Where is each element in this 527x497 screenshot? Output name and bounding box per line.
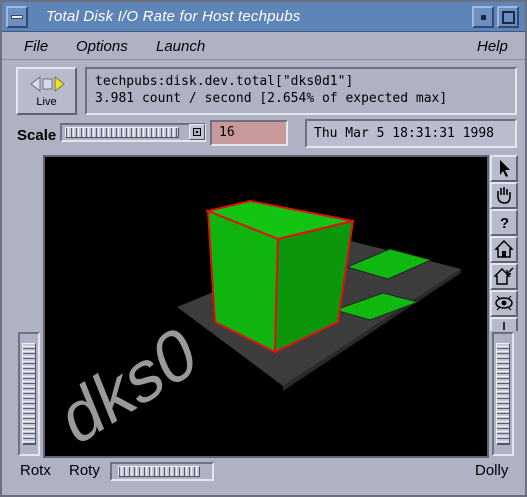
menu-help-label: Help bbox=[477, 38, 508, 55]
view-all-icon bbox=[495, 295, 513, 311]
hand-tool-button[interactable] bbox=[490, 182, 518, 209]
window-menu-icon bbox=[11, 15, 23, 19]
window-title: Total Disk I/O Rate for Host techpubs bbox=[46, 8, 301, 25]
seek-tool-button[interactable] bbox=[490, 317, 518, 331]
app-window: Total Disk I/O Rate for Host techpubs Fi… bbox=[0, 0, 527, 497]
menu-file-label: File bbox=[24, 38, 49, 55]
vcr-arrows-icon bbox=[30, 76, 65, 92]
rotx-thumbwheel-grip[interactable] bbox=[22, 343, 36, 445]
scale-thumbwheel[interactable] bbox=[60, 123, 206, 142]
disk-scene[interactable]: dks0 bbox=[45, 157, 487, 456]
home-tool-button[interactable] bbox=[490, 236, 518, 263]
scale-thumbwheel-grip[interactable] bbox=[65, 127, 179, 138]
scale-label: Scale bbox=[17, 127, 57, 144]
scale-reset-button[interactable] bbox=[189, 124, 205, 140]
roty-label: Roty bbox=[69, 462, 100, 479]
seek-icon bbox=[503, 322, 505, 330]
menu-launch-label: Launch bbox=[156, 38, 206, 55]
roty-thumbwheel[interactable] bbox=[110, 462, 214, 481]
scale-field[interactable]: 16 bbox=[210, 120, 288, 146]
svg-text:?: ? bbox=[500, 215, 509, 232]
menu-launch[interactable]: Launch bbox=[156, 38, 205, 55]
hand-icon bbox=[497, 187, 511, 204]
disk-controller-label: dks0 bbox=[51, 309, 206, 456]
question-icon: ? bbox=[500, 215, 509, 232]
view-all-tool-button[interactable] bbox=[490, 290, 518, 317]
rotx-thumbwheel[interactable] bbox=[18, 332, 40, 456]
minimize-button[interactable] bbox=[472, 6, 494, 28]
help-tool-button[interactable]: ? bbox=[490, 209, 518, 236]
select-tool-button[interactable] bbox=[490, 155, 518, 182]
timestamp-display: Thu Mar 5 18:31:31 1998 bbox=[305, 119, 517, 148]
rotx-label: Rotx bbox=[20, 462, 51, 479]
set-home-icon bbox=[494, 267, 514, 285]
live-button[interactable]: Live bbox=[16, 67, 77, 115]
dolly-thumbwheel-grip[interactable] bbox=[496, 343, 510, 445]
3d-viewport[interactable]: dks0 bbox=[43, 155, 489, 458]
arrow-pointer-icon bbox=[500, 160, 510, 177]
metric-name: techpubs:disk.dev.total["dks0d1"] bbox=[95, 74, 354, 89]
maximize-icon bbox=[502, 11, 515, 24]
menu-options[interactable]: Options bbox=[76, 38, 128, 55]
title-bar[interactable]: Total Disk I/O Rate for Host techpubs bbox=[2, 2, 525, 32]
menu-options-label: Options bbox=[76, 38, 128, 55]
menu-help[interactable]: Help bbox=[477, 38, 508, 55]
viewer-toolbar: ? bbox=[490, 155, 518, 331]
menu-file[interactable]: File bbox=[24, 38, 48, 55]
scale-reset-icon bbox=[193, 128, 201, 136]
set-home-tool-button[interactable] bbox=[490, 263, 518, 290]
dolly-label: Dolly bbox=[475, 462, 509, 479]
window-menu-button[interactable] bbox=[6, 6, 28, 28]
dolly-thumbwheel[interactable] bbox=[492, 332, 514, 456]
menu-bar: File Options Launch Help bbox=[2, 33, 525, 60]
live-label: Live bbox=[36, 96, 57, 108]
metric-info-panel: techpubs:disk.dev.total["dks0d1"] 3.981 … bbox=[85, 67, 517, 115]
minimize-icon bbox=[481, 15, 486, 20]
maximize-button[interactable] bbox=[497, 6, 519, 28]
metric-value: 3.981 count / second [2.654% of expected… bbox=[95, 91, 448, 106]
home-icon bbox=[494, 239, 514, 258]
roty-thumbwheel-grip[interactable] bbox=[118, 466, 200, 477]
